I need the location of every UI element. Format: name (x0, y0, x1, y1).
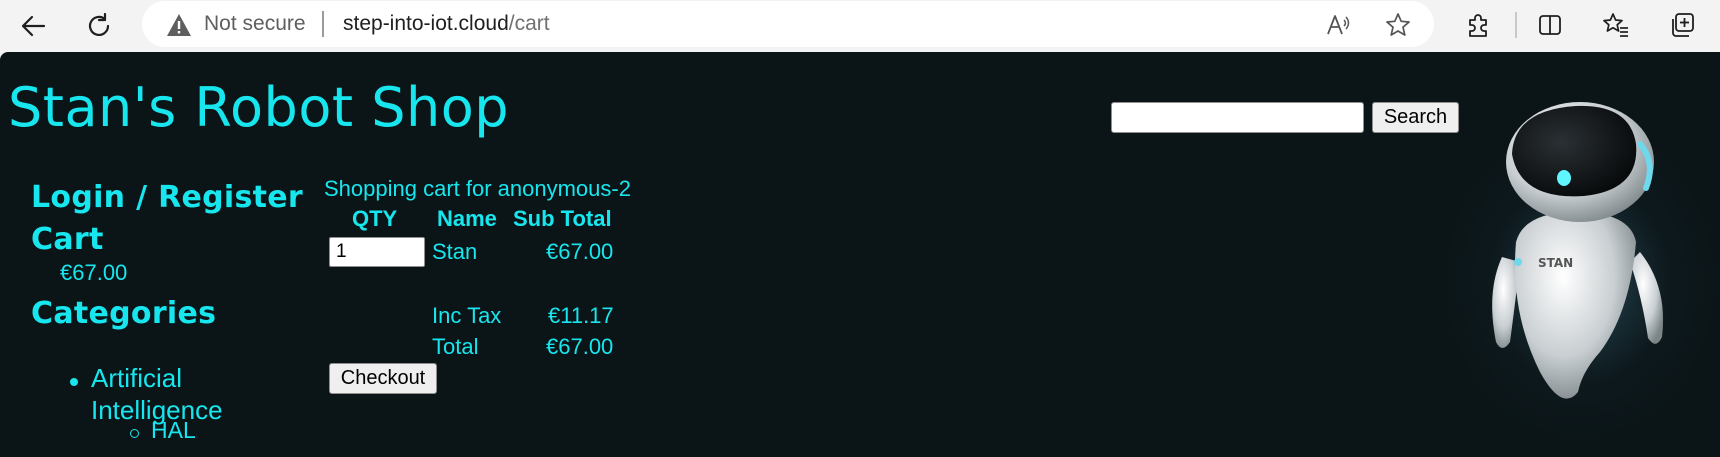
favorites-icon[interactable] (1599, 8, 1633, 42)
tax-label: Inc Tax (432, 303, 502, 328)
column-header-qty: QTY (352, 206, 398, 231)
quantity-input[interactable] (329, 237, 425, 267)
subcategory-bullet (130, 429, 139, 438)
categories-heading: Categories (31, 296, 217, 331)
product-link-hal[interactable]: HAL (151, 417, 196, 444)
page-content: Stan's Robot Shop Search STAN Login / Re… (0, 52, 1720, 457)
warning-icon (166, 13, 192, 42)
read-aloud-icon[interactable] (1324, 11, 1352, 39)
back-icon[interactable] (13, 6, 53, 46)
url-path: /cart (508, 12, 550, 35)
cart-link[interactable]: Cart (31, 222, 104, 257)
column-header-subtotal: Sub Total (513, 206, 612, 231)
robot-badge: STAN (1538, 256, 1573, 270)
login-register-link[interactable]: Login / Register (31, 180, 303, 215)
robot-mascot: STAN (1492, 102, 1664, 399)
cart-item-subtotal: €67.00 (546, 239, 614, 264)
url-text[interactable]: step-into-iot.cloud/cart (343, 12, 550, 36)
search-button[interactable]: Search (1372, 102, 1459, 133)
browser-toolbar: Not secure step-into-iot.cloud/cart (0, 0, 1720, 52)
site-title[interactable]: Stan's Robot Shop (8, 76, 509, 139)
cart-heading: Shopping cart for anonymous-2 (324, 176, 631, 201)
url-host: step-into-iot.cloud (343, 12, 509, 35)
address-bar[interactable]: Not secure step-into-iot.cloud/cart (142, 1, 1434, 47)
collections-icon[interactable] (1666, 8, 1700, 42)
column-header-name: Name (437, 206, 497, 231)
search-input[interactable] (1111, 102, 1364, 133)
split-screen-icon[interactable] (1533, 8, 1567, 42)
refresh-icon[interactable] (79, 6, 119, 46)
total-value: €67.00 (546, 334, 614, 359)
sidebar-cart-total: €67.00 (60, 260, 128, 285)
tax-value: €11.17 (548, 303, 614, 328)
toolbar-divider (1515, 12, 1517, 38)
favorite-star-icon[interactable] (1384, 11, 1412, 39)
extensions-icon[interactable] (1461, 8, 1495, 42)
total-label: Total (432, 334, 479, 359)
security-status[interactable]: Not secure (204, 12, 306, 36)
category-bullet (70, 378, 78, 386)
address-divider (322, 11, 324, 37)
checkout-button[interactable]: Checkout (329, 363, 437, 394)
cart-item-name: Stan (432, 239, 478, 264)
